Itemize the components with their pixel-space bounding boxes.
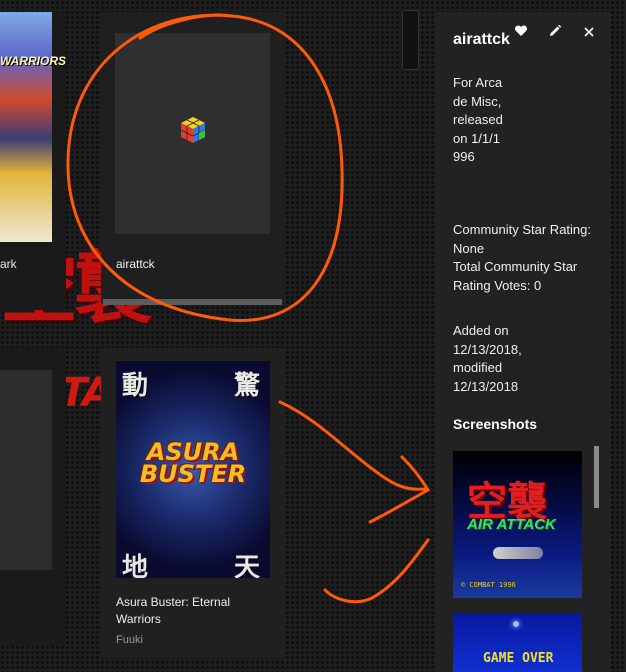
details-added: Added on 12/13/2018, modified 12/13/2018 [453, 323, 522, 394]
game-card-publisher: Fuuki [116, 634, 143, 646]
game-card-title: Asura Buster: Eternal Warriors [116, 595, 231, 626]
game-box-art[interactable]: 動 驚 ASURA BUSTER 地 天 [116, 361, 270, 578]
annotation-arrow-head [368, 455, 431, 524]
details-votes: Total Community Star Rating Votes: 0 [453, 259, 578, 293]
box-art-text: WARRIORS [0, 54, 66, 68]
panel-scrollbar[interactable] [594, 446, 599, 508]
close-icon[interactable] [580, 24, 598, 42]
heart-icon[interactable] [512, 24, 530, 42]
details-rating: Community Star Rating: None [453, 222, 591, 256]
box-art-kanji: 動 [122, 371, 149, 401]
game-box-art-partial[interactable]: WARRIORS [0, 12, 66, 242]
annotation-curve [323, 538, 430, 604]
screenshots-heading: Screenshots [453, 416, 538, 432]
box-art-kanji: 地 [122, 553, 149, 578]
ship-sprite [493, 547, 543, 559]
annotation-arrow [278, 400, 427, 491]
box-art-kanji: 天 [234, 553, 261, 578]
screenshot-thumbnail[interactable]: GAME OVER [453, 613, 582, 672]
screenshot-thumbnail[interactable]: 空襲 AIR ATTACK © COMBAT 1996 [453, 451, 582, 598]
box-art-logo: ASURA BUSTER [139, 438, 247, 488]
scrollbar[interactable] [402, 10, 419, 70]
game-box-art-partial-bottom[interactable] [0, 370, 52, 570]
box-art-kanji: 驚 [234, 371, 261, 401]
pencil-icon[interactable] [546, 24, 564, 42]
screenshot-subtitle: AIR ATTACK [467, 516, 556, 533]
details-title: airattck [453, 31, 510, 48]
screenshot-text: GAME OVER [483, 651, 554, 666]
game-card-title-partial: ark [0, 257, 17, 271]
progress-bar [103, 299, 282, 305]
game-card-title: airattck [116, 257, 155, 271]
cube-icon [180, 117, 206, 143]
light-sprite [513, 621, 519, 627]
screenshot-footer: © COMBAT 1996 [461, 581, 516, 589]
details-platform: For Arcade Misc, released on 1/1/1996 [453, 75, 503, 165]
